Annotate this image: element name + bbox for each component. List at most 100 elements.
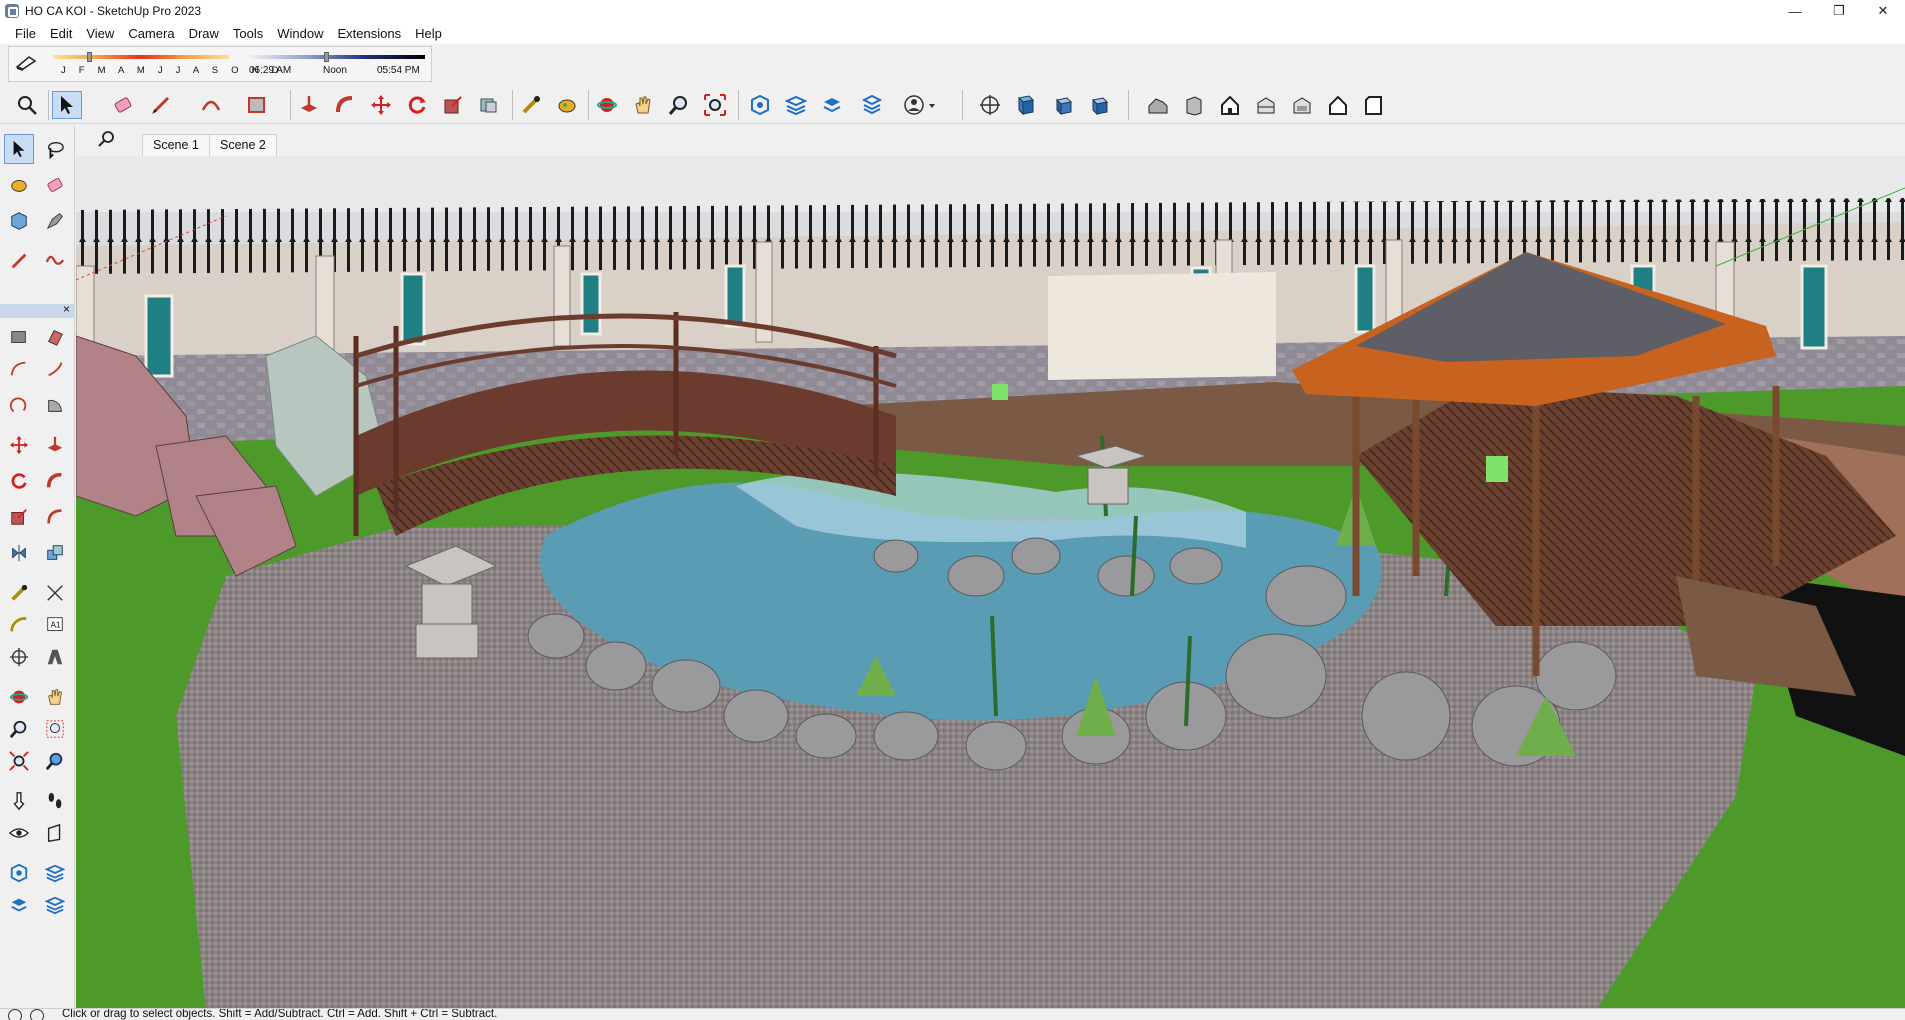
- two-point-arc-icon[interactable]: [40, 354, 70, 384]
- offset-icon[interactable]: [474, 91, 504, 119]
- time-slider[interactable]: [249, 55, 425, 59]
- flip-tool-icon[interactable]: [4, 538, 34, 568]
- house-back-icon[interactable]: [1251, 91, 1281, 119]
- tape-tool-icon[interactable]: [4, 578, 34, 608]
- text-tool-icon[interactable]: A1: [40, 610, 70, 640]
- arc-tool-icon[interactable]: [4, 354, 34, 384]
- zoom-tool-icon[interactable]: [4, 714, 34, 744]
- menu-help[interactable]: Help: [408, 26, 449, 41]
- month-slider-knob[interactable]: [87, 52, 92, 62]
- components-icon[interactable]: [857, 91, 887, 119]
- zoom-window-tool-icon[interactable]: [40, 714, 70, 744]
- push-pull-icon[interactable]: [294, 91, 324, 119]
- warehouse-tool-icon[interactable]: [4, 858, 34, 888]
- menu-edit[interactable]: Edit: [43, 26, 79, 41]
- menu-tools[interactable]: Tools: [226, 26, 270, 41]
- outliner-icon[interactable]: [817, 91, 847, 119]
- scene-search-icon[interactable]: [98, 130, 116, 148]
- dimension-tool-icon[interactable]: [40, 578, 70, 608]
- follow-me-tool-icon[interactable]: [40, 466, 70, 496]
- rotate-icon[interactable]: [402, 91, 432, 119]
- pencil-icon[interactable]: [146, 91, 176, 119]
- select-tool-icon[interactable]: [4, 134, 34, 164]
- time-slider-knob[interactable]: [324, 52, 329, 62]
- house-iso-icon[interactable]: [1143, 91, 1173, 119]
- orbit-icon[interactable]: [592, 91, 622, 119]
- warehouse-icon[interactable]: [745, 91, 775, 119]
- line-tool-icon[interactable]: [4, 246, 34, 276]
- zoom-extents-icon[interactable]: [700, 91, 730, 119]
- menu-file[interactable]: File: [8, 26, 43, 41]
- look-around-icon[interactable]: [4, 818, 34, 848]
- house-side-icon[interactable]: [1179, 91, 1209, 119]
- eraser-tool-icon[interactable]: [40, 170, 70, 200]
- three-point-arc-icon[interactable]: [4, 390, 34, 420]
- section-plane-icon[interactable]: [40, 818, 70, 848]
- house-right-icon[interactable]: [1359, 91, 1389, 119]
- menu-view[interactable]: View: [79, 26, 121, 41]
- offset-tool-icon[interactable]: [40, 502, 70, 532]
- house-left-icon[interactable]: [1323, 91, 1353, 119]
- lasso-select-icon[interactable]: [40, 134, 70, 164]
- front-view-icon[interactable]: [1047, 91, 1077, 119]
- orbit-tool-icon[interactable]: [4, 682, 34, 712]
- rectangle-icon[interactable]: [242, 91, 272, 119]
- solid-tool-icon[interactable]: [40, 538, 70, 568]
- eraser-icon[interactable]: [108, 91, 138, 119]
- close-icon[interactable]: ×: [63, 302, 70, 316]
- pan-icon[interactable]: [628, 91, 658, 119]
- geolocation-icon[interactable]: [8, 1009, 22, 1020]
- rotated-rectangle-icon[interactable]: [40, 322, 70, 352]
- info-icon[interactable]: [30, 1009, 44, 1020]
- top-view-icon[interactable]: [1011, 91, 1041, 119]
- account-icon[interactable]: [900, 91, 940, 119]
- menu-extensions[interactable]: Extensions: [331, 26, 409, 41]
- extension-manager-icon[interactable]: [40, 890, 70, 920]
- walk-tool-icon[interactable]: [40, 786, 70, 816]
- scale-tool-icon[interactable]: [4, 502, 34, 532]
- position-camera-icon[interactable]: [4, 786, 34, 816]
- axes-tool-icon[interactable]: [4, 642, 34, 672]
- share-model-icon[interactable]: [4, 890, 34, 920]
- menu-window[interactable]: Window: [270, 26, 330, 41]
- protractor-tool-icon[interactable]: [4, 610, 34, 640]
- scene-tab-2[interactable]: Scene 2: [209, 134, 277, 156]
- scale-icon[interactable]: [438, 91, 468, 119]
- follow-me-icon[interactable]: [330, 91, 360, 119]
- arc-icon[interactable]: [196, 91, 226, 119]
- select-icon[interactable]: [52, 91, 82, 119]
- 3d-text-tool-icon[interactable]: [40, 642, 70, 672]
- rectangle-tool-icon[interactable]: [4, 322, 34, 352]
- previous-view-icon[interactable]: [40, 746, 70, 776]
- push-pull-tool-icon[interactable]: [40, 430, 70, 460]
- iso-view-icon[interactable]: [975, 91, 1005, 119]
- paint-bucket-icon[interactable]: [552, 91, 582, 119]
- menu-camera[interactable]: Camera: [121, 26, 181, 41]
- pan-tool-icon[interactable]: [40, 682, 70, 712]
- close-button[interactable]: ✕: [1861, 0, 1905, 22]
- house-top-icon[interactable]: [1287, 91, 1317, 119]
- minimize-button[interactable]: —: [1773, 0, 1817, 22]
- model-viewport[interactable]: [76, 156, 1905, 1010]
- tag-tool-icon[interactable]: [40, 206, 70, 236]
- freehand-tool-icon[interactable]: [40, 246, 70, 276]
- paint-tool-icon[interactable]: [4, 170, 34, 200]
- zoom-extents-tool-icon[interactable]: [4, 746, 34, 776]
- menu-draw[interactable]: Draw: [182, 26, 226, 41]
- move-icon[interactable]: [366, 91, 396, 119]
- house-front-icon[interactable]: [1215, 91, 1245, 119]
- extension-warehouse-icon[interactable]: [40, 858, 70, 888]
- pie-tool-icon[interactable]: [40, 390, 70, 420]
- component-tool-icon[interactable]: [4, 206, 34, 236]
- restore-button[interactable]: ❐: [1817, 0, 1861, 22]
- search-icon[interactable]: [12, 91, 42, 119]
- shadows-toggle-icon[interactable]: [15, 53, 37, 71]
- rotate-tool-icon[interactable]: [4, 466, 34, 496]
- tape-measure-icon[interactable]: [516, 91, 546, 119]
- zoom-icon[interactable]: [664, 91, 694, 119]
- month-slider[interactable]: [53, 55, 229, 59]
- scene-tab-1[interactable]: Scene 1: [142, 134, 210, 156]
- move-tool-icon[interactable]: [4, 430, 34, 460]
- layers-icon[interactable]: [781, 91, 811, 119]
- right-view-icon[interactable]: [1083, 91, 1113, 119]
